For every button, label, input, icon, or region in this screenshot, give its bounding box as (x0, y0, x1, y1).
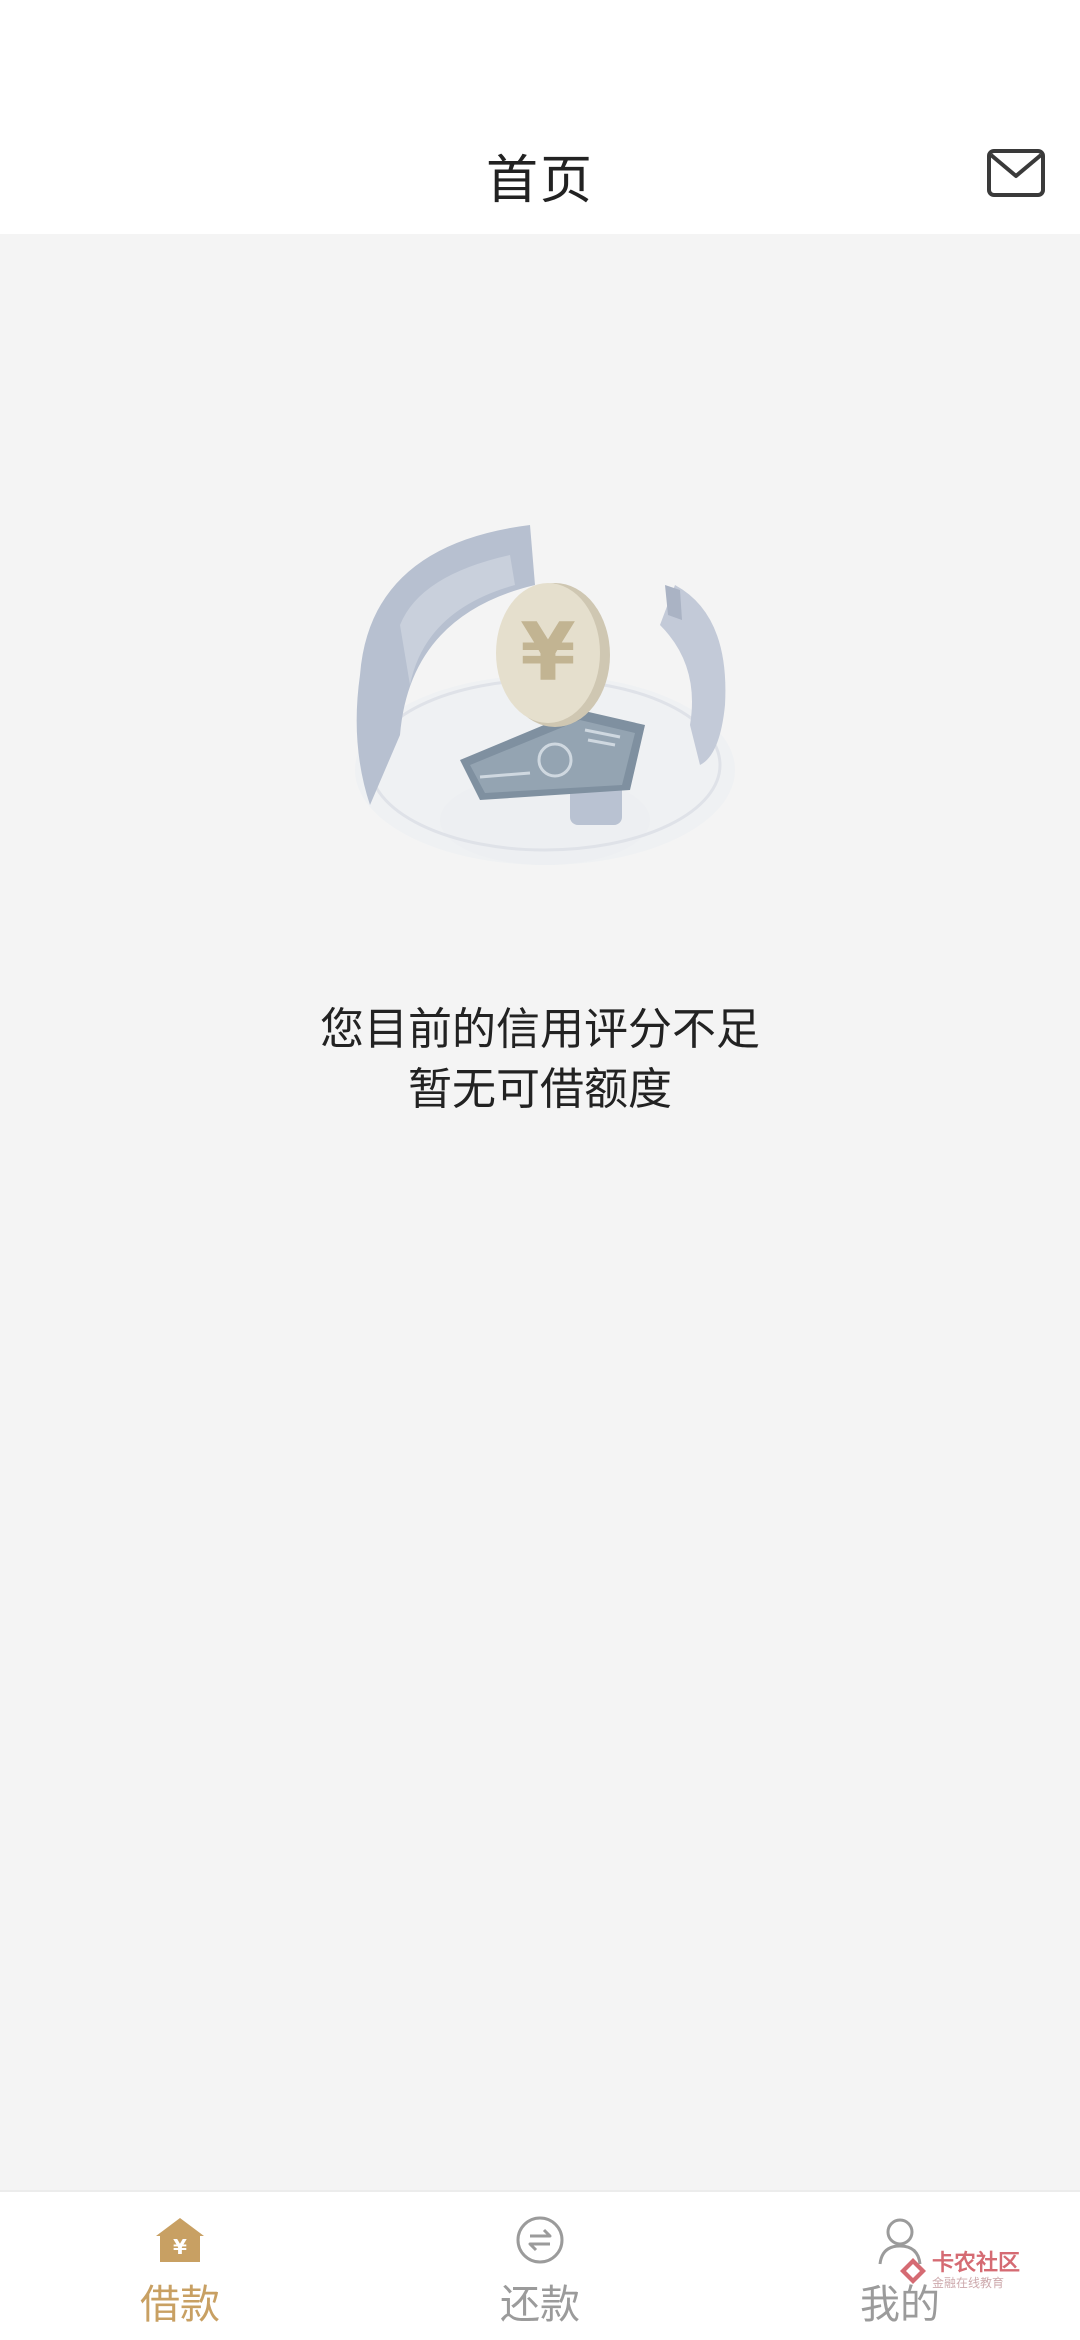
app-screen: 首页 ¥ 您目前的信用评分不足 暂无可借额度 ¥ 借款 还款 我的 卡农社区 金… (0, 0, 1080, 2340)
status-bar (0, 0, 1080, 110)
credit-message-line2: 暂无可借额度 (408, 1064, 672, 1115)
credit-message-line1: 您目前的信用评分不足 (320, 1004, 760, 1055)
credit-message: 您目前的信用评分不足 暂无可借额度 (0, 1000, 1080, 1120)
watermark-title: 卡农社区 (931, 2251, 1020, 2276)
watermark: 卡农社区 金融在线教育 (898, 2252, 1020, 2290)
watermark-subtitle: 金融在线教育 (931, 2276, 1004, 2290)
svg-text:¥: ¥ (520, 606, 576, 699)
tab-repay-label: 还款 (500, 2282, 580, 2328)
yuan-coin-illustration: ¥ (330, 515, 750, 905)
tab-repay[interactable]: 还款 (360, 2192, 720, 2340)
tab-borrow[interactable]: ¥ 借款 (0, 2192, 360, 2340)
tab-borrow-label: 借款 (140, 2282, 220, 2328)
home-yuan-icon: ¥ (156, 2218, 204, 2262)
bottom-tab-bar: ¥ 借款 还款 我的 卡农社区 金融在线教育 (0, 2190, 1080, 2340)
mail-icon[interactable] (986, 148, 1046, 198)
exchange-circle-icon (516, 2216, 564, 2264)
page-title: 首页 (485, 151, 594, 211)
tab-mine[interactable]: 我的 卡农社区 金融在线教育 (720, 2192, 1080, 2340)
watermark-logo-icon (899, 2258, 926, 2284)
svg-text:¥: ¥ (173, 2235, 187, 2259)
header-bar: 首页 (0, 110, 1080, 234)
